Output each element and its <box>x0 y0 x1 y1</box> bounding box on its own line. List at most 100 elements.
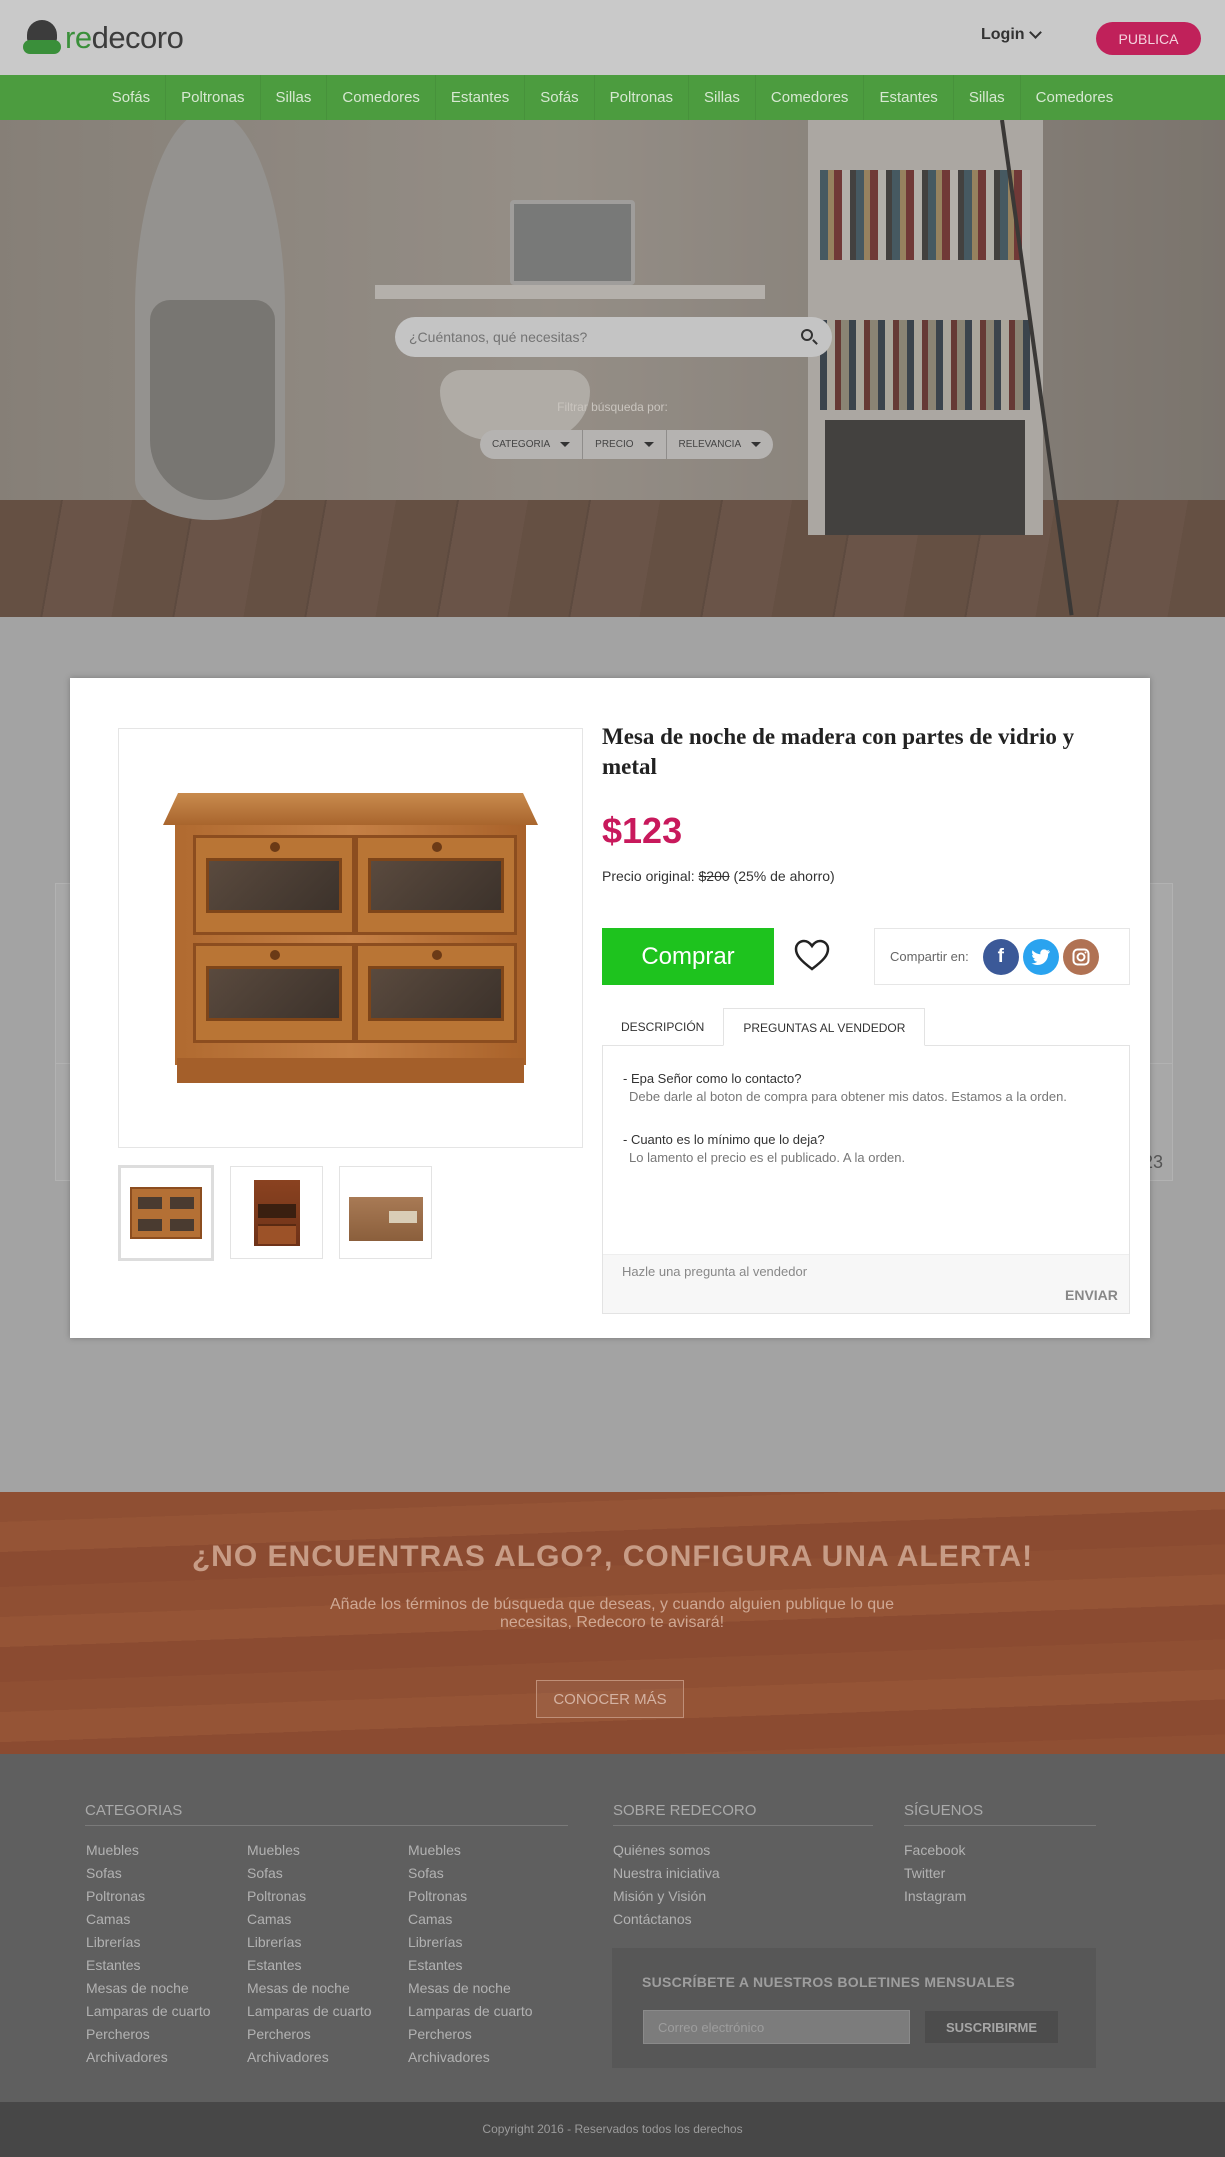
copyright-bar: Copyright 2016 - Reservados todos los de… <box>0 2102 1225 2157</box>
favorite-heart-icon[interactable] <box>792 936 832 976</box>
nav-item[interactable]: Comedores <box>754 75 864 120</box>
learn-more-button[interactable]: CONOCER MÁS <box>536 1680 684 1718</box>
filter-group: CATEGORIA PRECIO RELEVANCIA <box>480 430 774 459</box>
footer-link[interactable]: Nuestra iniciativa <box>613 1862 720 1885</box>
question-text: - Cuanto es lo mínimo que lo deja? <box>623 1132 825 1147</box>
share-label: Compartir en: <box>890 949 969 964</box>
email-field[interactable] <box>643 2010 910 2044</box>
top-header: redecoro Login PUBLICA <box>0 0 1225 75</box>
footer-link[interactable]: Lamparas de cuarto <box>247 2000 372 2023</box>
nav-item[interactable]: Sofás <box>97 75 165 120</box>
search-icon[interactable] <box>800 328 818 346</box>
twitter-icon[interactable] <box>1022 938 1059 975</box>
ask-question-input[interactable] <box>622 1261 1042 1281</box>
footer-link[interactable]: Estantes <box>247 1954 372 1977</box>
search-bar <box>395 317 832 357</box>
footer-link[interactable]: Sofas <box>247 1862 372 1885</box>
footer-link[interactable]: Archivadores <box>408 2046 533 2069</box>
chevron-down-icon <box>1028 26 1042 39</box>
footer-categories-title: CATEGORIAS <box>85 1802 568 1826</box>
send-question-button[interactable]: ENVIAR <box>1065 1287 1118 1303</box>
footer-link[interactable]: Lamparas de cuarto <box>408 2000 533 2023</box>
footer-link[interactable]: Mesas de noche <box>247 1977 372 2000</box>
search-input[interactable] <box>409 329 800 345</box>
thumbnail-3[interactable] <box>339 1166 432 1259</box>
footer-link[interactable]: Sofas <box>408 1862 533 1885</box>
nav-item[interactable]: Sillas <box>688 75 755 120</box>
footer-link[interactable]: Poltronas <box>408 1885 533 1908</box>
login-dropdown[interactable]: Login <box>981 26 1042 44</box>
nav-item[interactable]: Comedores <box>326 75 435 120</box>
facebook-icon[interactable]: f <box>982 938 1019 975</box>
footer-link[interactable]: Poltronas <box>247 1885 372 1908</box>
publish-button[interactable]: PUBLICA <box>1096 22 1201 55</box>
nav-item[interactable]: Comedores <box>1019 75 1129 120</box>
footer-link[interactable]: Percheros <box>247 2023 372 2046</box>
tab-seller-questions[interactable]: PREGUNTAS AL VENDEDOR <box>723 1008 926 1046</box>
footer-link[interactable]: Sofas <box>86 1862 211 1885</box>
newsletter-title: SUSCRÍBETE A NUESTROS BOLETINES MENSUALE… <box>642 1974 1015 1990</box>
footer-link[interactable]: Archivadores <box>86 2046 211 2069</box>
nav-item[interactable]: Sillas <box>952 75 1020 120</box>
logo-text: redecoro <box>65 20 184 56</box>
footer-categories-col-3: Muebles Sofas Poltronas Camas Librerías … <box>408 1839 533 2069</box>
footer-link[interactable]: Archivadores <box>247 2046 372 2069</box>
footer-categories-col-2: Muebles Sofas Poltronas Camas Librerías … <box>247 1839 372 2069</box>
thumbnail-2[interactable] <box>230 1166 323 1259</box>
product-main-image[interactable] <box>118 728 583 1148</box>
footer-link[interactable]: Muebles <box>86 1839 211 1862</box>
footer-link[interactable]: Librerías <box>247 1931 372 1954</box>
footer-link[interactable]: Instagram <box>904 1885 966 1908</box>
caret-down-icon <box>751 442 762 447</box>
footer-link[interactable]: Mesas de noche <box>86 1977 211 2000</box>
footer-link[interactable]: Camas <box>86 1908 211 1931</box>
footer-link[interactable]: Estantes <box>86 1954 211 1977</box>
footer-link[interactable]: Librerías <box>408 1931 533 1954</box>
footer-link[interactable]: Quiénes somos <box>613 1839 720 1862</box>
footer-link[interactable]: Facebook <box>904 1839 966 1862</box>
filter-label-text: PRECIO <box>595 439 634 450</box>
footer-link[interactable]: Mesas de noche <box>408 1977 533 2000</box>
caret-down-icon <box>643 442 654 447</box>
nav-item[interactable]: Estantes <box>863 75 952 120</box>
ask-seller-form: ENVIAR <box>603 1254 1129 1313</box>
footer-link[interactable]: Lamparas de cuarto <box>86 2000 211 2023</box>
nav-item[interactable]: Sofás <box>524 75 593 120</box>
nav-item[interactable]: Poltronas <box>165 75 259 120</box>
product-price: $123 <box>602 810 683 851</box>
footer-link[interactable]: Muebles <box>247 1839 372 1862</box>
footer-link[interactable]: Muebles <box>408 1839 533 1862</box>
footer-link[interactable]: Contáctanos <box>613 1908 720 1931</box>
filter-label-text: CATEGORIA <box>492 439 551 450</box>
footer-link[interactable]: Estantes <box>408 1954 533 1977</box>
thumbnail-1[interactable] <box>118 1165 214 1261</box>
product-tabs: DESCRIPCIÓN PREGUNTAS AL VENDEDOR <box>602 1008 926 1046</box>
footer-link[interactable]: Percheros <box>86 2023 211 2046</box>
tab-description[interactable]: DESCRIPCIÓN <box>602 1008 723 1046</box>
savings-text: (25% de ahorro) <box>733 868 835 884</box>
alert-title: ¿NO ENCUENTRAS ALGO?, CONFIGURA UNA ALER… <box>191 1540 1034 1573</box>
cabinet-illustration <box>163 793 538 1083</box>
share-box: Compartir en: f <box>874 928 1130 985</box>
instagram-icon[interactable] <box>1062 938 1099 975</box>
nav-item[interactable]: Poltronas <box>593 75 688 120</box>
footer-link[interactable]: Percheros <box>408 2023 533 2046</box>
buy-button[interactable]: Comprar <box>602 928 774 985</box>
nav-item[interactable]: Sillas <box>259 75 327 120</box>
filter-relevance[interactable]: RELEVANCIA <box>665 430 774 459</box>
footer-link[interactable]: Camas <box>408 1908 533 1931</box>
footer-link[interactable]: Twitter <box>904 1862 966 1885</box>
footer-link[interactable]: Poltronas <box>86 1885 211 1908</box>
answer-text: Debe darle al boton de compra para obten… <box>629 1089 1067 1104</box>
footer-link[interactable]: Librerías <box>86 1931 211 1954</box>
filter-category[interactable]: CATEGORIA <box>480 430 582 459</box>
footer-follow-links: Facebook Twitter Instagram <box>904 1839 966 1908</box>
redecoro-logo[interactable]: redecoro <box>23 16 184 60</box>
footer-link[interactable]: Camas <box>247 1908 372 1931</box>
subscribe-button[interactable]: SUSCRIBIRME <box>925 2011 1058 2043</box>
filter-price[interactable]: PRECIO <box>582 430 665 459</box>
nav-item[interactable]: Estantes <box>434 75 524 120</box>
product-modal: Mesa de noche de madera con partes de vi… <box>70 678 1150 1338</box>
footer-link[interactable]: Misión y Visión <box>613 1885 720 1908</box>
thumbnail-image <box>130 1187 202 1239</box>
